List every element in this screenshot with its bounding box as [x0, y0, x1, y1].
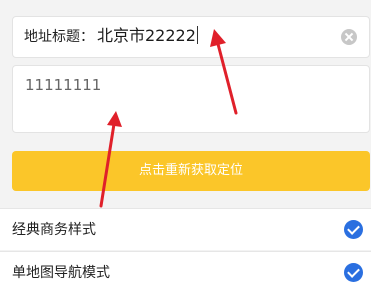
text-cursor	[196, 26, 198, 44]
address-title-field[interactable]: 地址标题： 北京市22222	[12, 16, 370, 58]
map-style-label: 单地图导航模式	[12, 265, 110, 281]
clear-icon[interactable]	[341, 29, 357, 45]
address-detail-textarea[interactable]: 11111111	[12, 65, 370, 133]
check-icon[interactable]	[344, 220, 363, 239]
map-style-label: 经典商务样式	[12, 222, 96, 238]
address-title-input[interactable]: 北京市22222	[97, 26, 198, 46]
check-icon[interactable]	[344, 263, 363, 282]
relocate-button[interactable]: 点击重新获取定位	[12, 151, 370, 191]
address-title-value: 北京市22222	[97, 26, 196, 45]
address-title-label: 地址标题：	[24, 29, 94, 45]
address-detail-value: 11111111	[25, 76, 102, 94]
map-style-option-classic-business[interactable]: 经典商务样式	[0, 208, 371, 250]
map-style-option-single-navigation[interactable]: 单地图导航模式	[0, 251, 371, 293]
